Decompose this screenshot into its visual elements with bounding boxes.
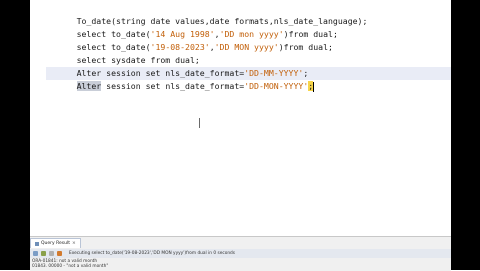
sql-icon[interactable] [57, 251, 62, 256]
editor-gutter [30, 0, 44, 236]
right-letterbox [451, 0, 480, 270]
pin-icon[interactable] [33, 251, 38, 256]
copy-icon[interactable] [49, 251, 54, 256]
sql-worksheet-editor[interactable]: To_date(string date values,date formats,… [30, 0, 451, 236]
results-toolbar: Executing select to_date('19-08-2023','D… [30, 249, 454, 258]
close-icon[interactable]: × [72, 241, 76, 246]
text-caret [313, 81, 315, 92]
code-line[interactable]: To_date(string date values,date formats,… [46, 2, 451, 26]
highlighted-word: Alter [76, 81, 102, 91]
execution-status: Executing select to_date('19-08-2023','D… [69, 251, 236, 256]
edit-icon[interactable] [41, 251, 46, 256]
error-line: 01843. 00000 - "not a valid month" [32, 264, 109, 269]
grid-icon [35, 241, 39, 246]
code-area[interactable]: To_date(string date values,date formats,… [46, 2, 451, 92]
results-panel: Query Result × Executing select to_date(… [30, 236, 454, 271]
results-tabs: Query Result × [30, 238, 81, 248]
left-letterbox [0, 0, 30, 270]
error-messages: ORA-01841: not a valid month 01843. 0000… [32, 259, 108, 269]
tab-query-result[interactable]: Query Result × [30, 238, 81, 248]
mouse-ibeam-cursor [199, 118, 200, 128]
